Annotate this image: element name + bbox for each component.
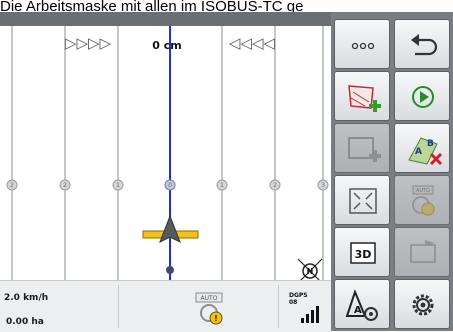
field-boundary-add-icon (348, 85, 381, 112)
ab-line-delete-icon: A B (408, 137, 443, 166)
svg-text:B: B (427, 139, 434, 149)
offset-label: 0 cm (152, 39, 182, 52)
field-flag-icon (410, 240, 436, 263)
right-steer-arrows: ◁◁◁◁ (229, 34, 276, 52)
guidance-map-canvas: 2 2 1 0 1 2 3 ▷▷▷▷ ◁◁◁◁ N (6, 26, 329, 292)
svg-text:N: N (307, 267, 314, 276)
field-flag-button[interactable] (394, 227, 450, 277)
track-marker-label: 1 (116, 182, 120, 189)
svg-text:!: ! (214, 314, 218, 323)
settings-button[interactable] (394, 279, 450, 329)
a-settings-icon: A (345, 289, 378, 321)
svg-text:A: A (415, 147, 422, 157)
svg-text:A: A (354, 305, 362, 316)
position-dot (166, 266, 174, 274)
track-marker-label: 1 (220, 182, 224, 189)
ellipsis-icon (351, 42, 375, 50)
3d-view-button[interactable]: 3D (334, 227, 390, 277)
status-divider (278, 285, 279, 328)
return-arrow-icon (411, 34, 438, 56)
svg-text:AUTO: AUTO (416, 188, 430, 194)
add-headland-button[interactable] (334, 123, 390, 173)
speed-readout: 2.0 km/h (4, 293, 49, 303)
left-steer-arrows: ▷▷▷▷ (65, 34, 112, 52)
headland-add-icon (348, 137, 381, 162)
delete-ab-line-button[interactable]: A B (394, 123, 450, 173)
track-marker-label: 0 (168, 182, 172, 189)
action-sidebar: A B AUTO 3D A (331, 12, 453, 331)
fit-view-icon (349, 188, 377, 214)
auto-warning-icon: AUTO (412, 185, 435, 216)
track-marker-label: 2 (10, 182, 14, 189)
status-divider (118, 285, 119, 328)
track-marker-label: 2 (63, 182, 67, 189)
a-settings-button[interactable]: A (334, 279, 390, 329)
gps-signal-icon (301, 306, 319, 323)
track-marker-label: 2 (273, 182, 277, 189)
gps-mode: DGPS (289, 292, 308, 299)
back-button[interactable] (394, 19, 450, 69)
work-screen: 2 2 1 0 1 2 3 ▷▷▷▷ ◁◁◁◁ N 0 cm 2.0 km/h … (0, 12, 453, 332)
guidance-map[interactable]: 2 2 1 0 1 2 3 ▷▷▷▷ ◁◁◁◁ N 0 cm (0, 26, 331, 292)
play-button[interactable] (394, 71, 450, 121)
gear-icon (412, 294, 434, 316)
svg-text:AUTO: AUTO (201, 295, 218, 302)
add-field-boundary-button[interactable] (334, 71, 390, 121)
play-icon (412, 86, 434, 108)
status-bar: 2.0 km/h 0.00 ha AUTO ! DGPS 08 (0, 280, 331, 332)
area-readout: 0.00 ha (6, 317, 44, 327)
section-auto-warning-button[interactable]: AUTO (394, 175, 450, 225)
more-options-button[interactable] (334, 19, 390, 69)
svg-text:3D: 3D (355, 248, 372, 261)
track-marker-label: 3 (321, 182, 325, 189)
section-control-auto-icon[interactable]: AUTO ! (190, 291, 230, 325)
3d-view-icon: 3D (350, 242, 376, 264)
zoom-fit-button[interactable] (334, 175, 390, 225)
